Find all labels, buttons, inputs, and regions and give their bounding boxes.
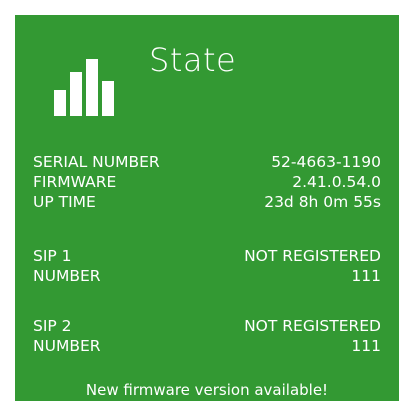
sip1-status: NOT REGISTERED [244, 247, 381, 265]
bar-chart-icon [54, 59, 114, 116]
serial-number-row: SERIAL NUMBER 52-4663-1190 [33, 152, 381, 172]
sip1-number-value: 111 [351, 267, 381, 285]
up-time-label: UP TIME [33, 193, 96, 211]
sip1-label: SIP 1 [33, 247, 72, 265]
sip1-number-row: NUMBER 111 [33, 266, 381, 286]
serial-number-value: 52-4663-1190 [271, 153, 381, 171]
sip2-label: SIP 2 [33, 317, 72, 335]
sip1-info-group: SIP 1 NOT REGISTERED NUMBER 111 [33, 246, 381, 286]
sip2-number-value: 111 [351, 337, 381, 355]
state-tile: State SERIAL NUMBER 52-4663-1190 FIRMWAR… [15, 15, 399, 401]
sip2-number-label: NUMBER [33, 337, 101, 355]
firmware-row: FIRMWARE 2.41.0.54.0 [33, 172, 381, 192]
up-time-row: UP TIME 23d 8h 0m 55s [33, 192, 381, 212]
tile-title: State [149, 41, 237, 79]
firmware-update-notice[interactable]: New firmware version available! [15, 380, 399, 400]
device-info-group: SERIAL NUMBER 52-4663-1190 FIRMWARE 2.41… [33, 152, 381, 212]
firmware-value: 2.41.0.54.0 [292, 173, 381, 191]
sip2-info-group: SIP 2 NOT REGISTERED NUMBER 111 [33, 316, 381, 356]
sip2-status-row: SIP 2 NOT REGISTERED [33, 316, 381, 336]
sip1-status-row: SIP 1 NOT REGISTERED [33, 246, 381, 266]
sip2-status: NOT REGISTERED [244, 317, 381, 335]
serial-number-label: SERIAL NUMBER [33, 153, 160, 171]
sip2-number-row: NUMBER 111 [33, 336, 381, 356]
up-time-value: 23d 8h 0m 55s [264, 193, 381, 211]
firmware-label: FIRMWARE [33, 173, 117, 191]
sip1-number-label: NUMBER [33, 267, 101, 285]
